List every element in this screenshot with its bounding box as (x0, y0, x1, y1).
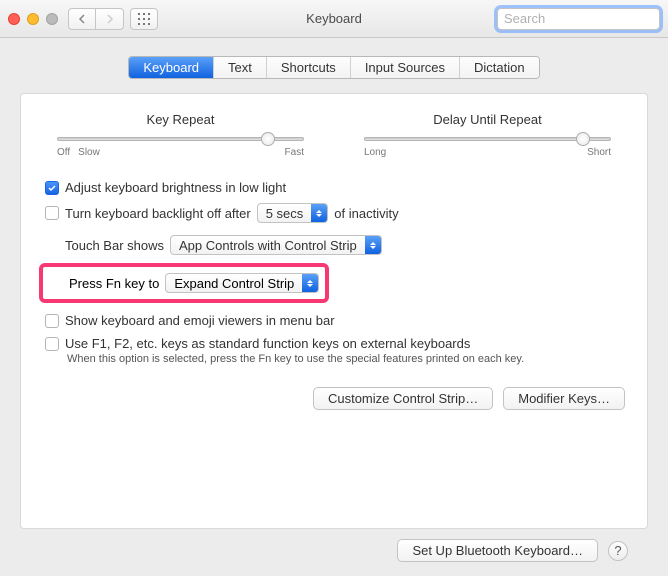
use-fkeys-checkbox[interactable] (45, 337, 59, 351)
customize-control-strip-button[interactable]: Customize Control Strip… (313, 387, 493, 410)
adjust-brightness-checkbox[interactable] (45, 181, 59, 195)
bluetooth-keyboard-button[interactable]: Set Up Bluetooth Keyboard… (397, 539, 598, 562)
fn-key-label: Press Fn key to (69, 276, 159, 291)
key-repeat-ticks: OffSlow Fast (57, 147, 304, 158)
zoom-icon (46, 13, 58, 25)
adjust-brightness-label: Adjust keyboard brightness in low light (65, 180, 286, 195)
tab-shortcuts[interactable]: Shortcuts (267, 57, 351, 78)
check-icon (47, 183, 57, 193)
key-repeat-slider[interactable] (57, 137, 304, 141)
options-list: Adjust keyboard brightness in low light … (45, 180, 623, 365)
delay-label: Delay Until Repeat (433, 112, 541, 127)
backlight-off-value: 5 secs (266, 206, 304, 221)
tab-input-sources[interactable]: Input Sources (351, 57, 460, 78)
touch-bar-label: Touch Bar shows (65, 238, 164, 253)
delay-ticks: Long Short (364, 147, 611, 158)
touch-bar-select[interactable]: App Controls with Control Strip (170, 235, 382, 255)
tab-dictation[interactable]: Dictation (460, 57, 539, 78)
modifier-keys-button[interactable]: Modifier Keys… (503, 387, 625, 410)
fn-key-value: Expand Control Strip (174, 276, 294, 291)
delay-slider[interactable] (364, 137, 611, 141)
slider-knob[interactable] (261, 132, 275, 146)
content-area: Keyboard Text Shortcuts Input Sources Di… (0, 38, 668, 576)
show-viewers-label: Show keyboard and emoji viewers in menu … (65, 313, 335, 328)
chevron-right-icon (106, 14, 114, 24)
preferences-window: Keyboard Keyboard Text Shortcuts Input S… (0, 0, 668, 576)
show-viewers-row: Show keyboard and emoji viewers in menu … (45, 313, 623, 328)
minimize-icon[interactable] (27, 13, 39, 25)
tab-text[interactable]: Text (214, 57, 267, 78)
grid-icon (138, 13, 150, 25)
dropdown-caret-icon (365, 236, 381, 254)
close-icon[interactable] (8, 13, 20, 25)
use-fkeys-row: Use F1, F2, etc. keys as standard functi… (45, 336, 623, 351)
chevron-left-icon (78, 14, 86, 24)
search-input[interactable] (504, 11, 668, 26)
sliders-row: Key Repeat OffSlow Fast Delay Until Repe… (57, 112, 611, 158)
back-button[interactable] (68, 8, 96, 30)
tabstrip: Keyboard Text Shortcuts Input Sources Di… (128, 56, 539, 79)
help-button[interactable]: ? (608, 541, 628, 561)
window-controls (8, 13, 58, 25)
backlight-off-checkbox[interactable] (45, 206, 59, 220)
fn-key-select[interactable]: Expand Control Strip (165, 273, 319, 293)
fn-key-highlight: Press Fn key to Expand Control Strip (39, 263, 329, 303)
touch-bar-row: Touch Bar shows App Controls with Contro… (45, 235, 623, 255)
delay-block: Delay Until Repeat Long Short (364, 112, 611, 158)
show-viewers-checkbox[interactable] (45, 314, 59, 328)
use-fkeys-hint: When this option is selected, press the … (67, 353, 623, 365)
dropdown-caret-icon (311, 204, 327, 222)
backlight-off-label-post: of inactivity (334, 206, 398, 221)
dropdown-caret-icon (302, 274, 318, 292)
search-field[interactable] (497, 8, 660, 30)
backlight-off-select[interactable]: 5 secs (257, 203, 329, 223)
titlebar: Keyboard (0, 0, 668, 38)
slider-knob[interactable] (576, 132, 590, 146)
footer: Set Up Bluetooth Keyboard… ? (20, 529, 648, 562)
adjust-brightness-row: Adjust keyboard brightness in low light (45, 180, 623, 195)
key-repeat-block: Key Repeat OffSlow Fast (57, 112, 304, 158)
backlight-off-label-pre: Turn keyboard backlight off after (65, 206, 251, 221)
show-all-button[interactable] (130, 8, 158, 30)
backlight-off-row: Turn keyboard backlight off after 5 secs… (45, 203, 623, 223)
touch-bar-value: App Controls with Control Strip (179, 238, 357, 253)
use-fkeys-label: Use F1, F2, etc. keys as standard functi… (65, 336, 470, 351)
key-repeat-label: Key Repeat (147, 112, 215, 127)
tab-keyboard[interactable]: Keyboard (129, 57, 214, 78)
panel-buttons: Customize Control Strip… Modifier Keys… (43, 373, 625, 410)
tab-bar: Keyboard Text Shortcuts Input Sources Di… (20, 56, 648, 79)
forward-button[interactable] (96, 8, 124, 30)
settings-panel: Key Repeat OffSlow Fast Delay Until Repe… (20, 93, 648, 529)
nav-buttons (68, 8, 124, 30)
